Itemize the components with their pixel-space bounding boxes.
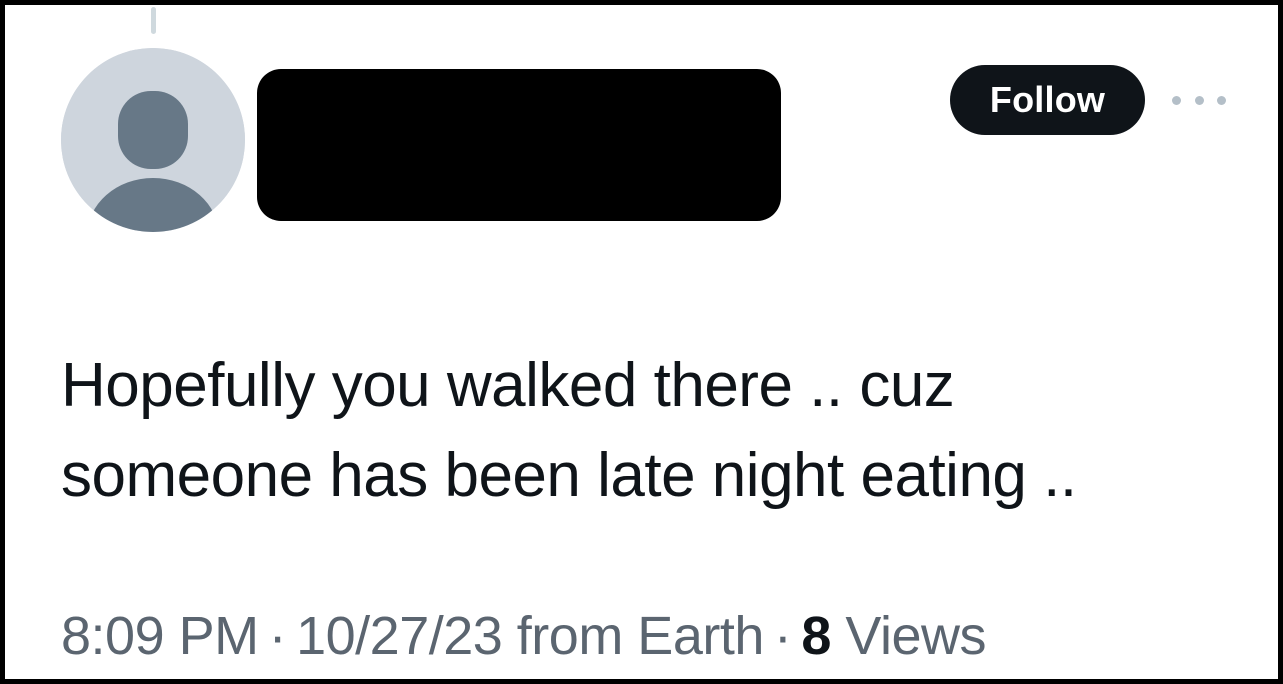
redacted-username — [257, 69, 781, 221]
avatar[interactable] — [61, 48, 245, 232]
more-dot — [1217, 95, 1226, 105]
meta-separator: · — [268, 606, 287, 666]
follow-button[interactable]: Follow — [950, 65, 1145, 135]
tweet-text-line: someone has been late night eating .. — [61, 441, 1077, 510]
more-dot — [1172, 95, 1181, 105]
tweet-metadata: 8:09 PM · 10/27/23 from Earth · 8 Views — [61, 603, 986, 669]
more-horizontal-icon[interactable] — [1172, 87, 1226, 113]
thread-connector-line — [151, 7, 156, 34]
tweet-text-line: Hopefully you walked there .. cuz — [61, 351, 955, 420]
more-dot — [1194, 95, 1204, 105]
default-profile-icon — [61, 48, 245, 232]
tweet-text: Hopefully you walked there .. cuz someon… — [61, 341, 1241, 521]
tweet-date-source[interactable]: 10/27/23 from Earth — [296, 606, 764, 666]
meta-separator: · — [773, 606, 792, 666]
views-count: 8 — [801, 606, 831, 666]
tweet-card: Follow Hopefully you walked there .. cuz… — [0, 0, 1283, 684]
views-label: Views — [845, 606, 986, 666]
tweet-time[interactable]: 8:09 PM — [61, 606, 259, 666]
